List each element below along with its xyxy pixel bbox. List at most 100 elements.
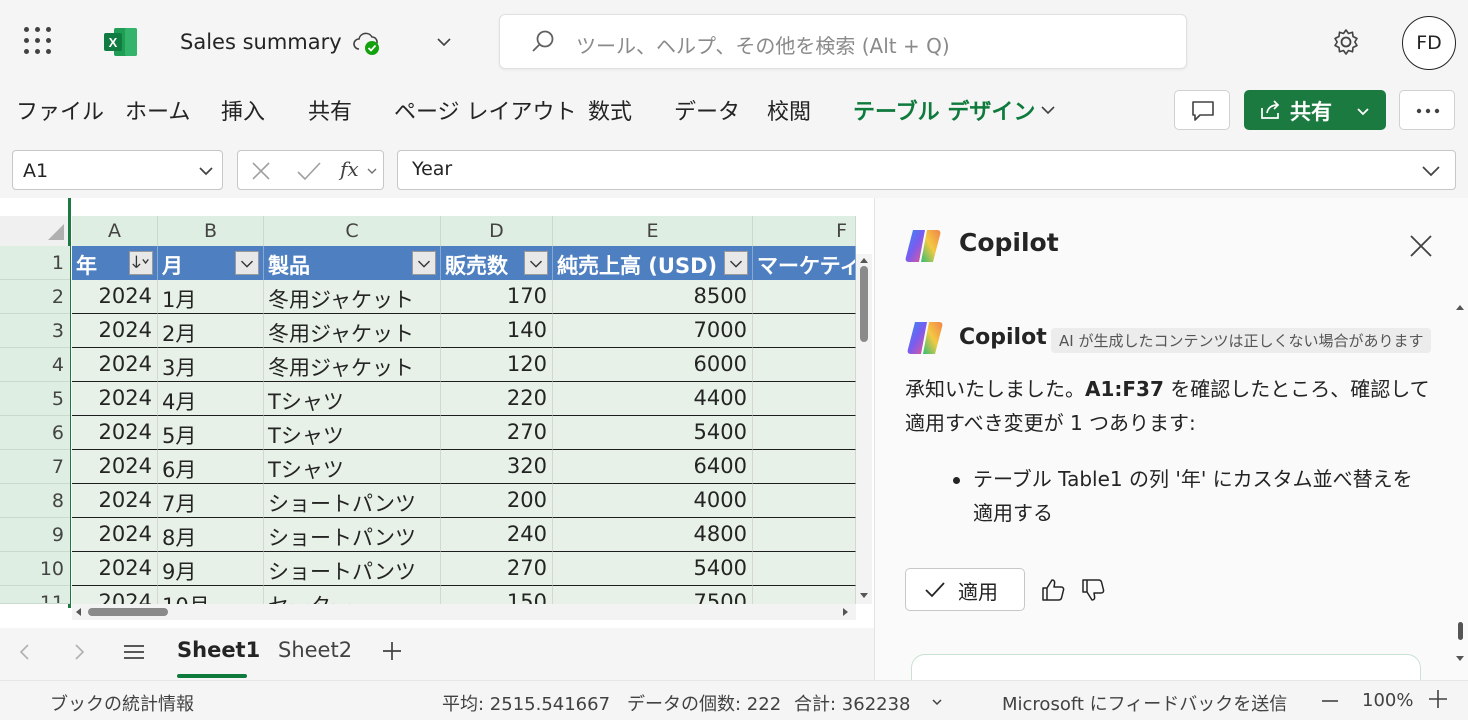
cell-product[interactable]: Tシャツ <box>264 382 441 416</box>
horizontal-scroll-thumb[interactable] <box>88 608 168 616</box>
cell-year[interactable]: 2024 <box>72 552 158 586</box>
chevron-down-icon[interactable] <box>197 162 215 180</box>
filter-dropdown-icon[interactable] <box>724 251 748 275</box>
cell-month[interactable]: 4月 <box>158 382 264 416</box>
row-header[interactable]: 7 <box>0 450 70 484</box>
row-header[interactable]: 8 <box>0 484 70 518</box>
tab-data[interactable]: データ <box>674 94 740 126</box>
row-header[interactable]: 5 <box>0 382 70 416</box>
sheet-tab-sheet2[interactable]: Sheet2 <box>278 638 352 662</box>
avatar[interactable]: FD <box>1402 16 1456 70</box>
cell-year[interactable]: 2024 <box>72 518 158 552</box>
cell-month[interactable]: 2月 <box>158 314 264 348</box>
expand-formula-icon[interactable] <box>1420 161 1442 181</box>
formula-input[interactable]: Year <box>397 150 1456 190</box>
cell-marketing[interactable] <box>753 382 856 416</box>
cell-product[interactable]: ショートパンツ <box>264 518 441 552</box>
cell-net-sales[interactable]: 7000 <box>553 314 753 348</box>
row-header[interactable]: 2 <box>0 280 70 314</box>
cell-net-sales[interactable]: 8500 <box>553 280 753 314</box>
filter-dropdown-icon[interactable] <box>412 251 436 275</box>
cell-month[interactable]: 5月 <box>158 416 264 450</box>
cell-marketing[interactable] <box>753 314 856 348</box>
chevron-down-icon[interactable] <box>930 695 944 709</box>
row-header[interactable]: 11 <box>0 586 70 604</box>
insert-function-icon[interactable]: fx <box>340 157 359 181</box>
cell-product[interactable]: Tシャツ <box>264 416 441 450</box>
cell-year[interactable]: 2024 <box>72 416 158 450</box>
close-icon[interactable] <box>1407 232 1435 260</box>
chevron-down-icon[interactable] <box>1036 98 1060 122</box>
tab-share[interactable]: 共有 <box>308 94 352 126</box>
filter-dropdown-icon[interactable] <box>524 251 548 275</box>
column-header-a[interactable]: A <box>72 216 158 246</box>
cell-marketing[interactable] <box>753 518 856 552</box>
tab-file[interactable]: ファイル <box>16 94 104 126</box>
table-header-month[interactable]: 月 <box>158 246 264 280</box>
scroll-down-icon[interactable] <box>859 592 869 600</box>
cell-product[interactable]: ショートパンツ <box>264 552 441 586</box>
tab-insert[interactable]: 挿入 <box>221 94 265 126</box>
thumbs-down-icon[interactable] <box>1079 576 1107 604</box>
cell-year[interactable]: 2024 <box>72 450 158 484</box>
all-sheets-menu-icon[interactable] <box>122 642 146 662</box>
scroll-up-icon[interactable] <box>859 256 869 264</box>
cell-month[interactable]: 6月 <box>158 450 264 484</box>
cell-net-sales[interactable]: 4400 <box>553 382 753 416</box>
cell-units-sold[interactable]: 270 <box>441 416 553 450</box>
cell-product[interactable]: Tシャツ <box>264 450 441 484</box>
vertical-scroll-thumb[interactable] <box>860 266 868 342</box>
cell-marketing[interactable] <box>753 450 856 484</box>
row-header[interactable]: 1 <box>0 246 70 280</box>
vertical-scrollbar[interactable] <box>856 254 872 604</box>
table-header-marketing[interactable]: マーケティ <box>753 246 856 280</box>
cell-year[interactable]: 2024 <box>72 348 158 382</box>
cell-units-sold[interactable]: 270 <box>441 552 553 586</box>
cell-units-sold[interactable]: 120 <box>441 348 553 382</box>
app-launcher-icon[interactable] <box>24 27 52 55</box>
column-header-b[interactable]: B <box>158 216 264 246</box>
row-header[interactable]: 4 <box>0 348 70 382</box>
more-options-button[interactable] <box>1399 90 1455 130</box>
gear-icon[interactable] <box>1330 26 1362 58</box>
table-header-units-sold[interactable]: 販売数 <box>441 246 553 280</box>
cell-units-sold[interactable]: 140 <box>441 314 553 348</box>
cell-month[interactable]: 9月 <box>158 552 264 586</box>
spreadsheet-grid[interactable]: A B C D E F 1 2 3 4 5 6 7 8 9 10 11 年 月 … <box>0 198 874 628</box>
thumbs-up-icon[interactable] <box>1039 576 1067 604</box>
tab-table-design[interactable]: テーブル デザイン <box>853 94 1035 126</box>
cell-product[interactable]: ショートパンツ <box>264 484 441 518</box>
cell-net-sales[interactable]: 5400 <box>553 552 753 586</box>
cell-year[interactable]: 2024 <box>72 484 158 518</box>
cell-month[interactable]: 3月 <box>158 348 264 382</box>
table-header-product[interactable]: 製品 <box>264 246 441 280</box>
row-header[interactable]: 10 <box>0 552 70 586</box>
select-all-corner[interactable] <box>0 216 70 246</box>
row-header[interactable]: 9 <box>0 518 70 552</box>
cell-product[interactable]: 冬用ジャケット <box>264 280 441 314</box>
cell-month[interactable]: 1月 <box>158 280 264 314</box>
column-header-d[interactable]: D <box>441 216 553 246</box>
cell-marketing[interactable] <box>753 552 856 586</box>
add-sheet-icon[interactable] <box>381 640 403 662</box>
cell-marketing[interactable] <box>753 280 856 314</box>
column-header-c[interactable]: C <box>264 216 441 246</box>
scroll-right-icon[interactable] <box>842 607 850 617</box>
cell-month[interactable]: 8月 <box>158 518 264 552</box>
cell-product[interactable]: 冬用ジャケット <box>264 314 441 348</box>
sort-descending-icon[interactable] <box>129 251 153 275</box>
table-header-year[interactable]: 年 <box>72 246 158 280</box>
cancel-icon[interactable] <box>250 160 272 182</box>
next-sheet-icon[interactable] <box>70 642 88 662</box>
zoom-level[interactable]: 100% <box>1362 690 1413 711</box>
filter-dropdown-icon[interactable] <box>235 251 259 275</box>
tab-review[interactable]: 校閲 <box>767 94 811 126</box>
cell-net-sales[interactable]: 6000 <box>553 348 753 382</box>
search-input[interactable]: ツール、ヘルプ、その他を検索 (Alt + Q) <box>499 14 1187 69</box>
table-header-net-sales[interactable]: 純売上高 (USD) <box>553 246 753 280</box>
copilot-scrollbar[interactable] <box>1455 304 1465 664</box>
cell-units-sold[interactable]: 240 <box>441 518 553 552</box>
cell-net-sales[interactable]: 4000 <box>553 484 753 518</box>
tab-home[interactable]: ホーム <box>125 94 190 126</box>
apply-button[interactable]: 適用 <box>905 568 1025 611</box>
